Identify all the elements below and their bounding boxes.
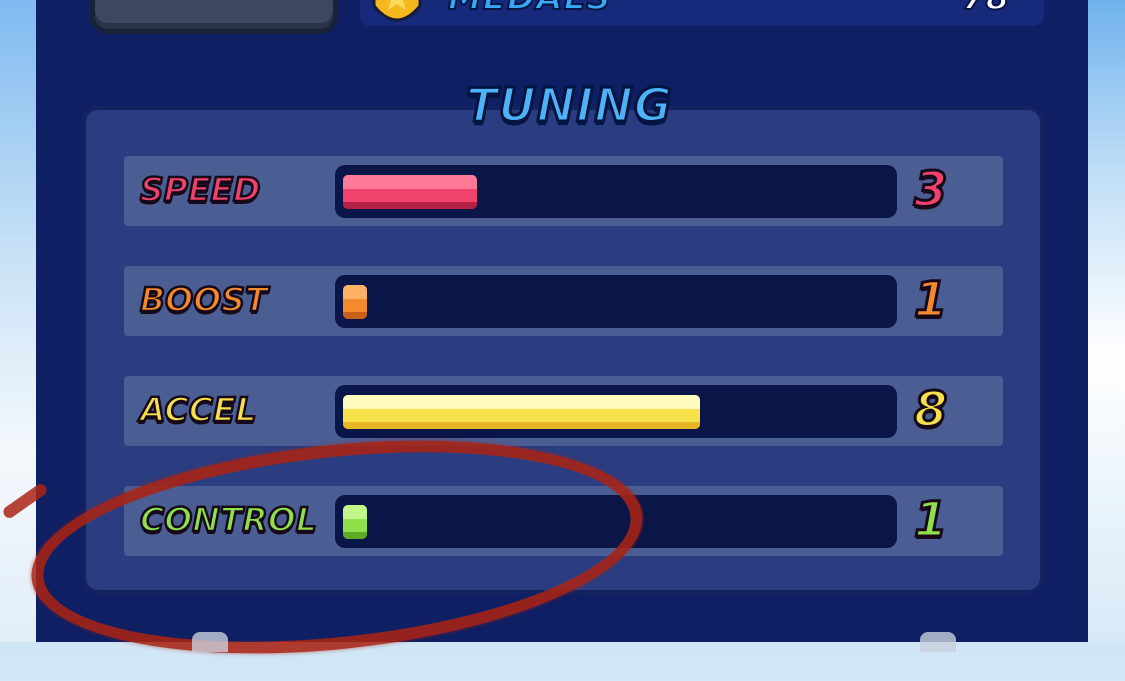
stat-label: ACCEL <box>139 389 258 431</box>
stat-label: CONTROL <box>139 499 318 541</box>
stat-value: 1 <box>912 491 948 550</box>
stat-bar-fill <box>343 395 700 429</box>
stat-value: 8 <box>912 381 948 440</box>
stat-label: SPEED <box>139 169 262 211</box>
stat-bar-track <box>335 165 897 218</box>
stat-bar-fill <box>343 285 367 319</box>
stat-value: 1 <box>912 271 948 330</box>
stat-label: BOOST <box>139 279 269 321</box>
sky-background-left <box>0 0 36 642</box>
bottom-right-icon[interactable] <box>920 632 956 652</box>
stat-bar-track <box>335 385 897 438</box>
stat-value: 3 <box>912 161 948 220</box>
stat-bar-track <box>335 495 897 548</box>
medals-value: 78 <box>961 0 1010 19</box>
tuning-title: TUNING <box>465 77 674 134</box>
sky-background-right <box>1085 0 1125 642</box>
stat-row-boost: BOOST 1 <box>124 266 1003 336</box>
stat-row-control: CONTROL 1 <box>124 486 1003 556</box>
stat-bar-fill <box>343 175 477 209</box>
stat-row-speed: SPEED 3 <box>124 156 1003 226</box>
medals-label: MEDALS <box>447 0 612 19</box>
bottom-left-icon[interactable] <box>192 632 228 652</box>
stat-bar-fill <box>343 505 367 539</box>
stat-bar-track <box>335 275 897 328</box>
top-left-button[interactable] <box>90 0 338 34</box>
medal-icon <box>372 0 422 22</box>
stat-row-accel: ACCEL 8 <box>124 376 1003 446</box>
